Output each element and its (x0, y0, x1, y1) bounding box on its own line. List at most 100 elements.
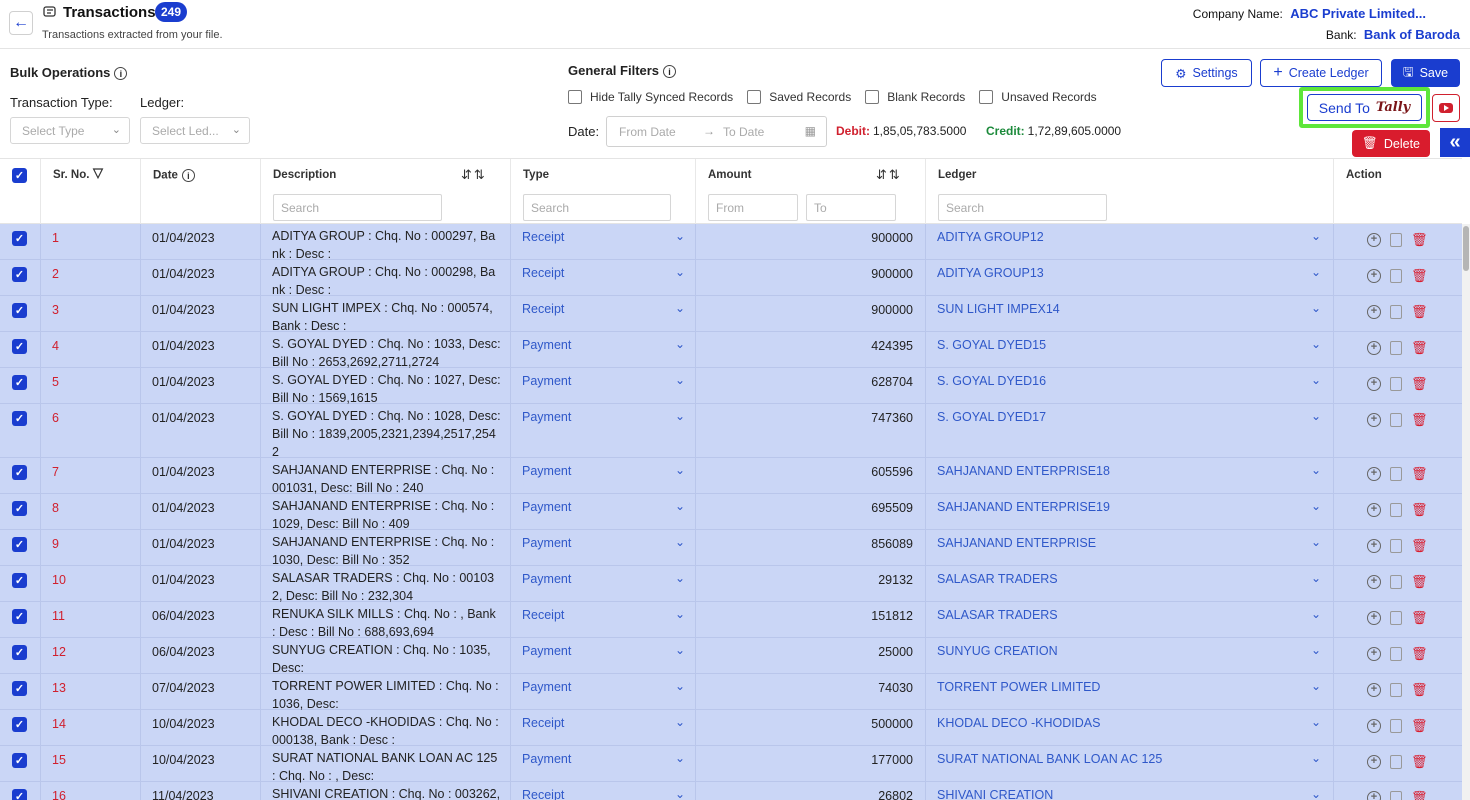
row-checkbox[interactable]: ✓ (12, 231, 27, 246)
table-row[interactable]: ✓ 2 01/04/2023 ADITYA GROUP : Chq. No : 000… (0, 260, 1462, 297)
add-circle-icon[interactable]: + (1367, 611, 1381, 625)
amount-to-input[interactable]: To (806, 194, 896, 221)
table-row[interactable]: ✓ 14 10/04/2023 KHODAL DECO -KHODIDAS : Chq… (0, 710, 1462, 747)
chevron-down-icon[interactable]: ⌄ (675, 571, 685, 585)
row-checkbox[interactable]: ✓ (12, 537, 27, 552)
chevron-down-icon[interactable]: ⌄ (1311, 607, 1321, 621)
checkbox[interactable] (979, 90, 994, 104)
row-ledger[interactable]: TORRENT POWER LIMITED (937, 680, 1100, 694)
chevron-down-icon[interactable]: ⌄ (1311, 679, 1321, 693)
document-icon[interactable] (1390, 575, 1402, 589)
ledger-cell[interactable]: SALASAR TRADERS ⌄ (926, 602, 1334, 637)
info-icon[interactable]: i (181, 169, 195, 182)
checkbox[interactable] (865, 90, 880, 104)
chevron-down-icon[interactable]: ⌄ (675, 301, 685, 315)
description-search-input[interactable]: Search (273, 194, 442, 221)
type-cell[interactable]: Receipt ⌄ (511, 782, 696, 800)
type-cell[interactable]: Receipt ⌄ (511, 224, 696, 259)
row-type[interactable]: Payment (522, 410, 571, 424)
table-row[interactable]: ✓ 1 01/04/2023 ADITYA GROUP : Chq. No : 000… (0, 224, 1462, 261)
chevron-down-icon[interactable]: ⌄ (1311, 535, 1321, 549)
trash-icon[interactable]: 🗑 (1411, 646, 1428, 662)
type-cell[interactable]: Receipt ⌄ (511, 260, 696, 295)
ledger-cell[interactable]: ADITYA GROUP12 ⌄ (926, 224, 1334, 259)
type-cell[interactable]: Payment ⌄ (511, 332, 696, 367)
add-circle-icon[interactable]: + (1367, 719, 1381, 733)
add-circle-icon[interactable]: + (1367, 233, 1381, 247)
trash-icon[interactable]: 🗑 (1411, 610, 1428, 626)
row-type[interactable]: Receipt (522, 788, 564, 800)
ledger-cell[interactable]: S. GOYAL DYED16 ⌄ (926, 368, 1334, 403)
create-ledger-button[interactable]: + Create Ledger (1260, 59, 1382, 87)
chevron-down-icon[interactable]: ⌄ (1311, 643, 1321, 657)
add-circle-icon[interactable]: + (1367, 755, 1381, 769)
checkbox[interactable] (747, 90, 762, 104)
row-ledger[interactable]: SAHJANAND ENTERPRISE (937, 536, 1096, 550)
table-row[interactable]: ✓ 9 01/04/2023 SAHJANAND ENTERPRISE : Chq. … (0, 530, 1462, 567)
type-cell[interactable]: Payment ⌄ (511, 530, 696, 565)
youtube-button[interactable] (1432, 94, 1460, 122)
row-type[interactable]: Payment (522, 500, 571, 514)
type-cell[interactable]: Payment ⌄ (511, 638, 696, 673)
type-cell[interactable]: Receipt ⌄ (511, 710, 696, 745)
row-ledger[interactable]: ADITYA GROUP12 (937, 230, 1044, 244)
row-type[interactable]: Receipt (522, 230, 564, 244)
row-checkbox[interactable]: ✓ (12, 339, 27, 354)
document-icon[interactable] (1390, 305, 1402, 319)
table-row[interactable]: ✓ 13 07/04/2023 TORRENT POWER LIMITED : Chq… (0, 674, 1462, 711)
trash-icon[interactable]: 🗑 (1411, 412, 1428, 428)
row-checkbox[interactable]: ✓ (12, 573, 27, 588)
row-type[interactable]: Payment (522, 644, 571, 658)
table-row[interactable]: ✓ 5 01/04/2023 S. GOYAL DYED : Chq. No : 10… (0, 368, 1462, 405)
filter-hide-tally-synced[interactable]: Hide Tally Synced Records (568, 90, 733, 104)
chevron-down-icon[interactable]: ⌄ (675, 715, 685, 729)
chevron-down-icon[interactable]: ⌄ (675, 643, 685, 657)
row-checkbox[interactable]: ✓ (12, 375, 27, 390)
chevron-down-icon[interactable]: ⌄ (1311, 265, 1321, 279)
table-row[interactable]: ✓ 6 01/04/2023 S. GOYAL DYED : Chq. No : 10… (0, 404, 1462, 459)
row-checkbox[interactable]: ✓ (12, 303, 27, 318)
trash-icon[interactable]: 🗑 (1411, 718, 1428, 734)
row-ledger[interactable]: S. GOYAL DYED15 (937, 338, 1046, 352)
chevron-down-icon[interactable]: ⌄ (675, 337, 685, 351)
row-checkbox[interactable]: ✓ (12, 645, 27, 660)
row-type[interactable]: Payment (522, 572, 571, 586)
row-checkbox[interactable]: ✓ (12, 609, 27, 624)
row-ledger[interactable]: S. GOYAL DYED17 (937, 410, 1046, 424)
row-type[interactable]: Payment (522, 536, 571, 550)
document-icon[interactable] (1390, 791, 1402, 800)
amount-from-input[interactable]: From (708, 194, 798, 221)
trash-icon[interactable]: 🗑 (1411, 754, 1428, 770)
ledger-cell[interactable]: SAHJANAND ENTERPRISE19 ⌄ (926, 494, 1334, 529)
filter-blank-records[interactable]: Blank Records (865, 90, 965, 104)
ledger-cell[interactable]: ADITYA GROUP13 ⌄ (926, 260, 1334, 295)
scrollbar-thumb[interactable] (1463, 226, 1469, 271)
ledger-cell[interactable]: SAHJANAND ENTERPRISE ⌄ (926, 530, 1334, 565)
document-icon[interactable] (1390, 719, 1402, 733)
chevron-down-icon[interactable]: ⌄ (675, 787, 685, 800)
filter-funnel-icon[interactable]: ▽ (93, 165, 103, 181)
vertical-scrollbar[interactable] (1462, 224, 1470, 800)
trash-icon[interactable]: 🗑 (1411, 340, 1428, 356)
info-icon[interactable]: i (663, 65, 677, 79)
document-icon[interactable] (1390, 377, 1402, 391)
chevron-down-icon[interactable]: ⌄ (675, 751, 685, 765)
chevron-down-icon[interactable]: ⌄ (1311, 715, 1321, 729)
chevron-down-icon[interactable]: ⌄ (1311, 499, 1321, 513)
row-checkbox[interactable]: ✓ (12, 465, 27, 480)
trash-icon[interactable]: 🗑 (1411, 538, 1428, 554)
document-icon[interactable] (1390, 683, 1402, 697)
row-checkbox[interactable]: ✓ (12, 501, 27, 516)
chevron-down-icon[interactable]: ⌄ (675, 373, 685, 387)
document-icon[interactable] (1390, 647, 1402, 661)
ledger-cell[interactable]: SUNYUG CREATION ⌄ (926, 638, 1334, 673)
ledger-search-input[interactable]: Search (938, 194, 1107, 221)
document-icon[interactable] (1390, 269, 1402, 283)
ledger-cell[interactable]: S. GOYAL DYED17 ⌄ (926, 404, 1334, 457)
add-circle-icon[interactable]: + (1367, 791, 1381, 800)
add-circle-icon[interactable]: + (1367, 503, 1381, 517)
type-cell[interactable]: Receipt ⌄ (511, 296, 696, 331)
ledger-cell[interactable]: SHIVANI CREATION ⌄ (926, 782, 1334, 800)
table-row[interactable]: ✓ 3 01/04/2023 SUN LIGHT IMPEX : Chq. No : … (0, 296, 1462, 333)
type-cell[interactable]: Receipt ⌄ (511, 602, 696, 637)
